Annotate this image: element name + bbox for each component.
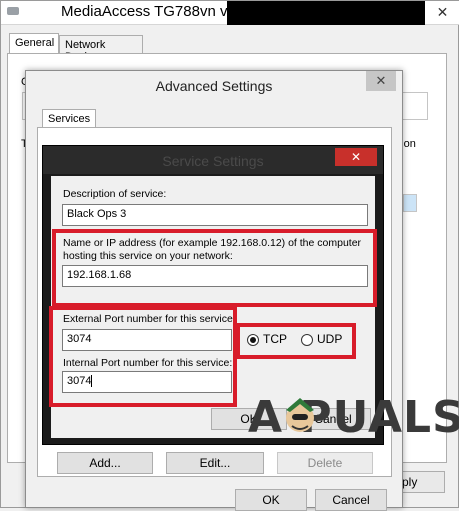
protocol-highlight-box [236,323,356,359]
watermark: A PUALS [248,392,459,452]
ports-highlight-box [49,306,237,407]
main-window-title: MediaAccess TG788vn v2 [61,3,236,20]
advanced-settings-title: Advanced Settings [155,78,273,94]
close-icon[interactable]: ✕ [366,71,396,91]
close-icon[interactable]: ✕ [425,1,459,23]
service-settings-title: Service Settings [162,153,264,169]
background-selection [403,194,417,212]
watermark-mascot-icon [286,398,314,432]
redaction-block [227,1,425,25]
service-settings-titlebar: Service Settings ✕ [43,146,383,174]
apply-label-fragment: ply [402,475,418,489]
description-field[interactable]: Black Ops 3 [62,204,368,226]
description-label: Description of service: [63,188,167,200]
main-window-titlebar: MediaAccess TG788vn v2 ✕ [1,1,459,25]
ip-highlight-box [52,229,377,307]
add-button[interactable]: Add... [57,452,153,474]
tab-network-device[interactable]: Network Device [59,35,143,63]
delete-button[interactable]: Delete [277,452,373,474]
close-icon[interactable]: ✕ [335,148,377,166]
app-icon [7,7,19,15]
edit-button[interactable]: Edit... [166,452,264,474]
advanced-settings-titlebar: Advanced Settings ✕ [26,71,402,101]
tab-general[interactable]: General [9,33,59,55]
